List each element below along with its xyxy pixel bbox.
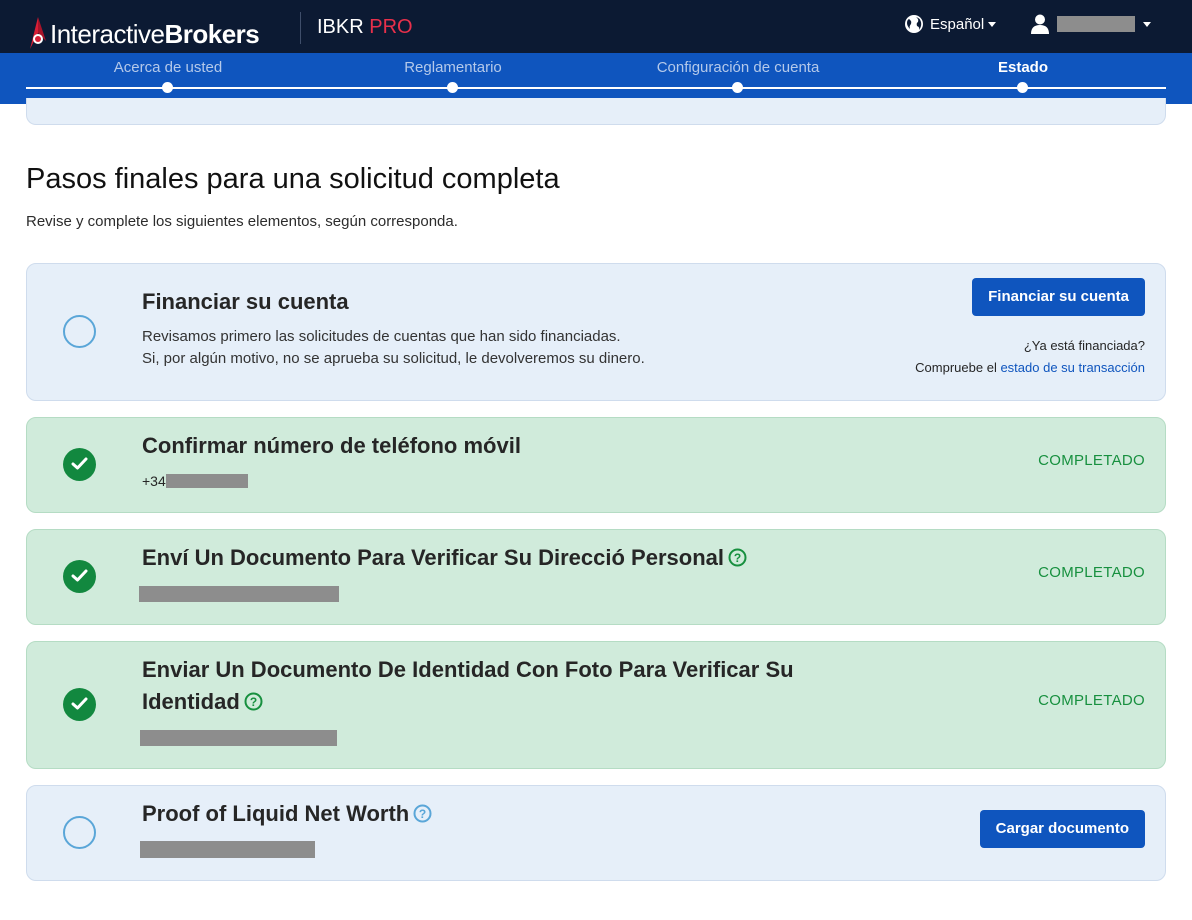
task-title-text: Enví Un Documento Para Verificar Su Dire… (142, 545, 724, 570)
step-about-you[interactable]: Acerca de usted (48, 53, 288, 93)
chevron-down-icon (1143, 21, 1151, 27)
redacted-phone-number (166, 474, 248, 488)
task-description-line: Si, por algún motivo, no se aprueba su s… (142, 350, 645, 367)
task-title: Enviar Un Documento De Identidad Con Fot… (142, 654, 794, 718)
step-dot (447, 82, 458, 93)
task-title: Enví Un Documento Para Verificar Su Dire… (142, 542, 747, 574)
step-label: Acerca de usted (113, 59, 223, 76)
header-divider (300, 12, 301, 44)
pending-status-icon (63, 816, 96, 849)
step-label: Configuración de cuenta (656, 59, 820, 76)
page-subtitle: Revise y complete los siguientes element… (26, 213, 458, 230)
task-card-net-worth: Proof of Liquid Net Worth? Cargar docume… (26, 785, 1166, 881)
language-label: Español (930, 15, 985, 33)
task-description: Revisamos primero las solicitudes de cue… (142, 326, 645, 370)
completed-check-icon (63, 448, 96, 481)
step-dot (732, 82, 743, 93)
phone-number: +34 (142, 473, 166, 489)
redacted-identity-document (140, 730, 337, 746)
step-regulatory[interactable]: Reglamentario (333, 53, 573, 93)
check-transaction-text: Compruebe el estado de su transacción (915, 360, 1145, 375)
help-icon[interactable]: ? (244, 692, 263, 711)
step-status[interactable]: Estado (903, 53, 1143, 93)
step-label: Estado (997, 59, 1048, 76)
svg-text:?: ? (250, 695, 257, 709)
completed-check-icon (63, 688, 96, 721)
phone-prefix: +34 (142, 473, 166, 489)
step-dot (162, 82, 173, 93)
task-title: Proof of Liquid Net Worth? (142, 798, 432, 830)
chevron-down-icon (988, 21, 997, 27)
task-card-phone: Confirmar número de teléfono móvil +34 C… (26, 417, 1166, 513)
task-title-line: Enviar Un Documento De Identidad Con Fot… (142, 657, 794, 682)
task-card-address: Enví Un Documento Para Verificar Su Dire… (26, 529, 1166, 625)
task-title-line: Identidad? (142, 686, 794, 718)
product-name: IBKR PRO (317, 16, 413, 38)
application-progress-stepper: Acerca de usted Reglamentario Configurac… (0, 53, 1192, 104)
user-icon (1031, 14, 1049, 34)
globe-icon (905, 15, 923, 33)
task-card-identity: Enviar Un Documento De Identidad Con Fot… (26, 641, 1166, 769)
check-prefix: Compruebe el (915, 360, 997, 375)
step-account-config[interactable]: Configuración de cuenta (618, 53, 858, 93)
help-icon[interactable]: ? (413, 804, 432, 823)
pending-status-icon (63, 315, 96, 348)
upload-document-button[interactable]: Cargar documento (979, 810, 1145, 848)
task-title-text: Identidad (142, 689, 240, 714)
task-title: Confirmar número de teléfono móvil (142, 433, 521, 458)
step-label: Reglamentario (404, 59, 502, 76)
completed-check-icon (63, 560, 96, 593)
transaction-status-link[interactable]: estado de su transacción (1000, 360, 1145, 375)
completed-status-label: COMPLETADO (1038, 452, 1145, 469)
fund-account-button[interactable]: Financiar su cuenta (972, 278, 1145, 316)
task-title-text: Proof of Liquid Net Worth (142, 801, 410, 826)
top-navigation-bar: InteractiveBrokers IBKR PRO Español (0, 0, 1192, 53)
help-icon[interactable]: ? (728, 548, 747, 567)
redacted-document-name (140, 841, 315, 858)
stepper-track (26, 87, 1166, 89)
task-description-line: Revisamos primero las solicitudes de cue… (142, 328, 621, 345)
brand-logo-mark-icon (26, 15, 48, 53)
language-selector[interactable]: Español (904, 14, 997, 34)
page-title: Pasos finales para una solicitud complet… (26, 163, 560, 195)
already-funded-text: ¿Ya está financiada? (1023, 338, 1145, 353)
svg-text:?: ? (734, 551, 741, 565)
completed-status-label: COMPLETADO (1038, 692, 1145, 709)
completed-status-label: COMPLETADO (1038, 564, 1145, 581)
previous-card (26, 98, 1166, 125)
redacted-address (139, 586, 339, 602)
user-menu[interactable] (1031, 14, 1151, 34)
redacted-username (1057, 16, 1135, 32)
task-card-fund-account: Financiar su cuenta Revisamos primero la… (26, 263, 1166, 401)
step-dot (1017, 82, 1028, 93)
task-title: Financiar su cuenta (142, 289, 349, 314)
svg-text:?: ? (419, 807, 426, 821)
